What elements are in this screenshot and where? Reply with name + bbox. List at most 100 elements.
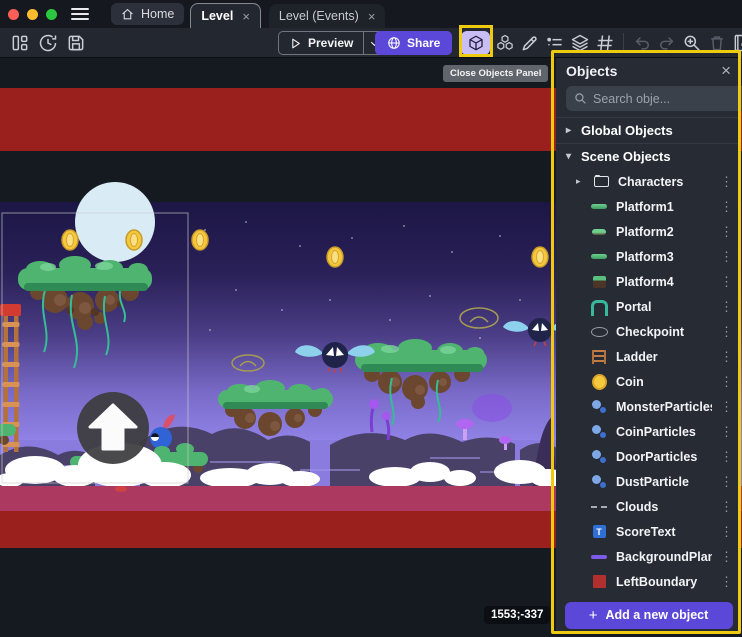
redo-button[interactable] xyxy=(657,33,677,53)
object-thumbnail-icon xyxy=(590,223,608,241)
object-item-clouds[interactable]: ▸ Clouds ⋮ xyxy=(556,494,741,519)
editor-toolbar: Preview Share xyxy=(0,28,742,58)
tab-label: Home xyxy=(141,7,174,21)
share-label: Share xyxy=(407,36,440,50)
object-item-coin[interactable]: ▸ Coin ⋮ xyxy=(556,369,741,394)
history-button[interactable] xyxy=(38,33,58,53)
undo-icon xyxy=(632,33,652,53)
object-item-monsterparticles[interactable]: ▸ MonsterParticles ⋮ xyxy=(556,394,741,419)
object-groups-button[interactable] xyxy=(495,33,515,53)
object-label: Platform1 xyxy=(616,200,712,214)
play-icon xyxy=(289,37,302,50)
objects-panel-toggle-button[interactable] xyxy=(461,31,490,55)
object-menu-icon[interactable]: ⋮ xyxy=(720,449,733,465)
tab-label: Level (Events) xyxy=(279,9,359,23)
close-tab-icon[interactable]: × xyxy=(242,9,250,24)
layers-icon xyxy=(570,33,590,53)
object-item-characters[interactable]: ▸ Characters ⋮ xyxy=(556,169,741,194)
object-thumbnail-icon xyxy=(590,448,608,466)
search-input[interactable] xyxy=(593,92,742,106)
object-thumbnail-icon xyxy=(590,273,608,291)
pencil-icon xyxy=(520,33,540,53)
share-button[interactable]: Share xyxy=(375,31,452,55)
object-menu-icon[interactable]: ⋮ xyxy=(720,299,733,315)
object-menu-icon[interactable]: ⋮ xyxy=(720,199,733,215)
object-menu-icon[interactable]: ⋮ xyxy=(720,549,733,565)
object-item-portal[interactable]: ▸ Portal ⋮ xyxy=(556,294,741,319)
close-window-icon[interactable] xyxy=(8,9,19,20)
edit-button[interactable] xyxy=(520,33,540,53)
object-item-platform4[interactable]: ▸ Platform4 ⋮ xyxy=(556,269,741,294)
object-menu-icon[interactable]: ⋮ xyxy=(720,174,733,190)
object-label: Ladder xyxy=(616,350,712,364)
object-item-checkpoint[interactable]: ▸ Checkpoint ⋮ xyxy=(556,319,741,344)
section-scene-objects[interactable]: ▾ Scene Objects xyxy=(556,143,741,169)
layers-button[interactable] xyxy=(570,33,590,53)
close-panel-icon[interactable]: × xyxy=(721,62,731,79)
object-item-coinparticles[interactable]: ▸ CoinParticles ⋮ xyxy=(556,419,741,444)
save-button[interactable] xyxy=(66,33,86,53)
object-thumbnail-icon xyxy=(590,298,608,316)
moon-object[interactable] xyxy=(75,182,155,262)
object-menu-icon[interactable]: ⋮ xyxy=(720,424,733,440)
object-menu-icon[interactable]: ⋮ xyxy=(720,274,733,290)
object-menu-icon[interactable]: ⋮ xyxy=(720,499,733,515)
zoom-button[interactable] xyxy=(682,33,702,53)
object-item-platform1[interactable]: ▸ Platform1 ⋮ xyxy=(556,194,741,219)
main-menu-icon[interactable] xyxy=(71,8,89,20)
search-icon xyxy=(574,92,587,105)
section-global-objects[interactable]: ▸ Global Objects xyxy=(556,117,741,143)
object-thumbnail-icon xyxy=(590,423,608,441)
object-menu-icon[interactable]: ⋮ xyxy=(720,474,733,490)
object-label: Platform4 xyxy=(616,275,712,289)
maximize-window-icon[interactable] xyxy=(46,9,57,20)
object-item-doorparticles[interactable]: ▸ DoorParticles ⋮ xyxy=(556,444,741,469)
tab-level[interactable]: Level × xyxy=(190,3,261,28)
close-tab-icon[interactable]: × xyxy=(368,9,376,24)
object-menu-icon[interactable]: ⋮ xyxy=(720,349,733,365)
preview-label: Preview xyxy=(308,36,353,50)
object-item-platform3[interactable]: ▸ Platform3 ⋮ xyxy=(556,244,741,269)
gdevelop-editor-window: Home Level × Level (Events) × Pr xyxy=(0,0,742,637)
title-tab-bar: Home Level × Level (Events) × xyxy=(0,0,742,28)
object-label: Clouds xyxy=(616,500,712,514)
instances-list-button[interactable] xyxy=(545,33,565,53)
object-menu-icon[interactable]: ⋮ xyxy=(720,249,733,265)
object-item-dustparticle[interactable]: ▸ DustParticle ⋮ xyxy=(556,469,741,494)
object-menu-icon[interactable]: ⋮ xyxy=(720,574,733,590)
object-menu-icon[interactable]: ⋮ xyxy=(720,524,733,540)
grid-button[interactable] xyxy=(595,33,615,53)
object-label: Checkpoint xyxy=(616,325,712,339)
expand-arrow-icon[interactable]: ▸ xyxy=(576,176,584,187)
objects-cube-icon xyxy=(467,34,485,52)
minimize-window-icon[interactable] xyxy=(27,9,38,20)
add-new-object-button[interactable]: + Add a new object xyxy=(565,602,733,629)
object-menu-icon[interactable]: ⋮ xyxy=(720,324,733,340)
object-menu-icon[interactable]: ⋮ xyxy=(720,224,733,240)
object-menu-icon[interactable]: ⋮ xyxy=(720,374,733,390)
object-item-ladder[interactable]: ▸ Ladder ⋮ xyxy=(556,344,741,369)
undo-button[interactable] xyxy=(632,33,652,53)
object-menu-icon[interactable]: ⋮ xyxy=(720,399,733,415)
zoom-in-icon xyxy=(682,33,702,53)
coin-object xyxy=(192,230,208,250)
object-item-backgroundplants[interactable]: ▸ BackgroundPlants ⋮ xyxy=(556,544,741,569)
project-manager-button[interactable] xyxy=(10,33,30,53)
object-item-platform2[interactable]: ▸ Platform2 ⋮ xyxy=(556,219,741,244)
object-item-leftboundary[interactable]: ▸ LeftBoundary ⋮ xyxy=(556,569,741,594)
expand-arrow-icon: ▾ xyxy=(566,151,574,162)
tooltip: Close Objects Panel xyxy=(443,65,548,82)
window-controls xyxy=(8,9,57,20)
object-label: Coin xyxy=(616,375,712,389)
object-thumbnail-icon xyxy=(590,573,608,591)
home-icon xyxy=(121,8,134,21)
jump-button-object[interactable] xyxy=(77,392,149,464)
edit-scene-properties-button[interactable] xyxy=(732,33,742,53)
tab-home[interactable]: Home xyxy=(111,3,184,25)
delete-button[interactable] xyxy=(707,33,727,53)
object-item-scoretext[interactable]: ▸ ScoreText ⋮ xyxy=(556,519,741,544)
object-search-box[interactable] xyxy=(566,86,742,111)
preview-button[interactable]: Preview xyxy=(279,32,363,54)
tab-level-events[interactable]: Level (Events) × xyxy=(269,4,386,28)
redo-icon xyxy=(657,33,677,53)
